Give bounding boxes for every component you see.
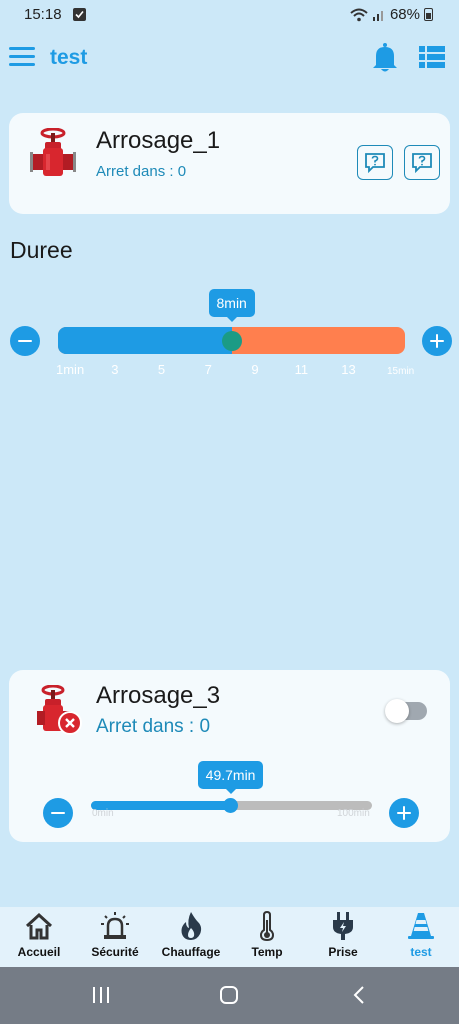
duree-tick-label: 3: [111, 362, 119, 377]
nav-label: Sécurité: [91, 945, 139, 959]
slider-max-label: 100min: [337, 808, 370, 819]
signal-icon: [372, 11, 383, 21]
slider-min-label: 0min: [92, 808, 114, 819]
alarm-siren-icon: [101, 912, 129, 939]
recent-apps-icon[interactable]: [91, 985, 111, 1005]
nav-item-prise[interactable]: Prise: [308, 907, 378, 967]
status-bar: 15:18 68%: [0, 0, 459, 30]
card-title: Arrosage_3: [96, 682, 221, 709]
notification-check-icon: [73, 8, 86, 21]
status-right: 68%: [350, 6, 433, 23]
red-valve-error-icon: [37, 685, 82, 735]
arrosage-3-decrease-button[interactable]: [43, 798, 73, 828]
flame-icon: [181, 912, 202, 940]
card-subtitle: Arret dans : 0: [96, 163, 187, 180]
nav-label: test: [410, 945, 432, 959]
nav-label: Temp: [251, 945, 283, 959]
back-button-icon[interactable]: [350, 985, 370, 1005]
home-icon: [25, 912, 53, 940]
duree-slider-fill: [58, 327, 232, 354]
battery-percent: 68%: [389, 6, 420, 23]
card-title: Arrosage_1: [96, 127, 221, 154]
help-button-1[interactable]: [357, 145, 393, 180]
nav-item-accueil[interactable]: Accueil: [4, 907, 74, 967]
arrosage-3-toggle[interactable]: [385, 699, 427, 723]
nav-label: Prise: [328, 945, 358, 959]
arrosage-3-slider-tooltip: 49.7min: [197, 761, 264, 794]
battery-icon: [424, 8, 433, 21]
app-bar: test: [0, 40, 459, 76]
help-button-2[interactable]: [404, 145, 440, 180]
nav-label: Chauffage: [161, 945, 221, 959]
list-view-icon[interactable]: [419, 46, 445, 68]
arrosage-3-increase-button[interactable]: [389, 798, 419, 828]
nav-item-temp[interactable]: Temp: [232, 907, 302, 967]
cone-icon: [408, 913, 434, 939]
duree-tick-label: 11: [294, 362, 309, 377]
thermometer-icon: [259, 911, 275, 941]
device-card-arrosage-3[interactable]: Arrosage_3 Arret dans : 0: [9, 670, 450, 842]
bottom-navigation: Accueil Sécurité Chauffage Temp Prise te…: [0, 907, 459, 967]
duree-slider-thumb[interactable]: [221, 331, 242, 351]
hamburger-menu-icon[interactable]: [9, 47, 35, 67]
nav-label: Accueil: [17, 945, 61, 959]
duree-tick-label: 9: [251, 362, 259, 377]
duree-decrease-button[interactable]: [10, 326, 40, 356]
device-card-arrosage-1[interactable]: Arrosage_1 Arret dans : 0: [9, 113, 450, 214]
system-navigation-bar: [0, 967, 459, 1024]
help-chat-icon: [365, 152, 385, 173]
nav-item-securite[interactable]: Sécurité: [80, 907, 150, 967]
wifi-icon: [350, 8, 368, 21]
nav-item-test[interactable]: test: [386, 907, 456, 967]
duree-tick-label: 1min: [56, 362, 85, 377]
nav-item-chauffage[interactable]: Chauffage: [156, 907, 226, 967]
duree-tick-label: 13: [341, 362, 356, 377]
page-title: test: [50, 46, 88, 69]
bell-icon[interactable]: [371, 43, 399, 73]
plug-icon: [333, 912, 353, 940]
duree-tick-label: 5: [157, 362, 166, 377]
home-button-icon[interactable]: [219, 985, 239, 1005]
help-chat-icon: [412, 152, 432, 173]
duree-increase-button[interactable]: [422, 326, 452, 356]
section-title-duree: Duree: [10, 237, 73, 263]
status-time: 15:18: [24, 6, 62, 23]
card-subtitle: Arret dans : 0: [96, 716, 211, 737]
duree-tick-label: 7: [204, 362, 212, 377]
duree-tick-label: 15min: [387, 366, 415, 377]
duree-slider-tooltip: 8min: [208, 289, 255, 322]
red-valve-icon: [30, 128, 76, 176]
